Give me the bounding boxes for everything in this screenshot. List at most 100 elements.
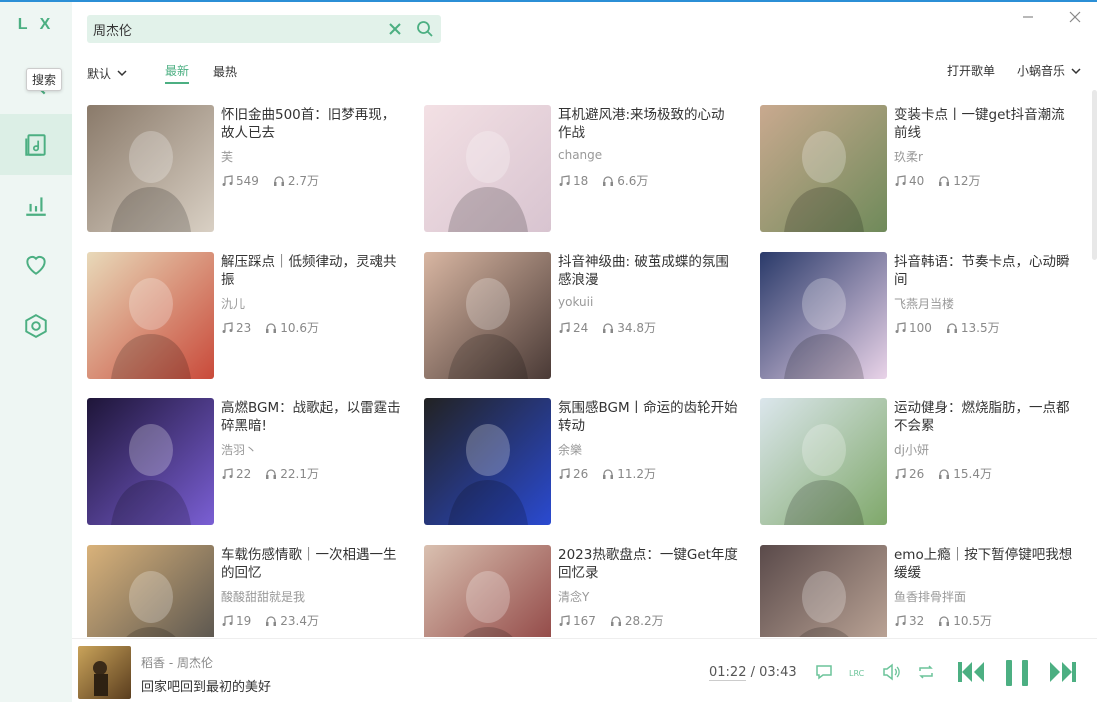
song-count-value: 40 (909, 173, 925, 188)
playlist-card[interactable]: emo上瘾｜按下暂停键吧我想缓缓 鱼香排骨拌面 32 10.5万 (760, 542, 1087, 637)
source-label: 小蜗音乐 (1016, 64, 1065, 78)
source-dropdown[interactable]: 小蜗音乐 (1017, 62, 1083, 79)
search-tooltip: 搜索 (26, 68, 63, 91)
playlist-cover[interactable] (87, 545, 214, 637)
playlist-card[interactable]: 变装卡点丨一键get抖音潮流前线 玖柔r 40 12万 (760, 102, 1087, 232)
repeat-icon[interactable] (916, 662, 936, 682)
pause-icon[interactable] (1003, 659, 1031, 687)
playlist-cover[interactable] (424, 252, 551, 379)
music-note-icon (559, 614, 570, 626)
playlist-author: 芙 (221, 150, 234, 164)
music-note-icon (222, 174, 233, 186)
previous-icon[interactable] (956, 659, 986, 685)
nav-favorites[interactable] (0, 234, 72, 295)
nav-playlists[interactable] (0, 114, 72, 175)
headphones-icon (939, 615, 950, 626)
next-icon[interactable] (1048, 659, 1078, 685)
playlist-cover[interactable] (760, 545, 887, 637)
playlist-card[interactable]: 2023热歌盘点：一键Get年度回忆录 清念Y 167 28.2万 (424, 542, 754, 637)
nav-charts[interactable] (0, 174, 72, 235)
playlist-stats: 100 13.5万 (894, 319, 1014, 336)
scrollbar[interactable] (1092, 90, 1097, 260)
tab-hottest[interactable]: 最热 (213, 63, 237, 83)
playlist-title[interactable]: 耳机避风港:来场极致的心动作战 (558, 106, 738, 142)
open-playlist-button[interactable]: 打开歌单 (947, 62, 995, 79)
comment-icon[interactable] (814, 662, 834, 682)
filter-bar: 默认 最新 最热 (87, 62, 261, 84)
playlist-card[interactable]: 氛围感BGM丨命运的齿轮开始转动 余樂 26 11.2万 (424, 395, 754, 525)
play-count: 6.6万 (602, 172, 648, 189)
playlist-cover[interactable] (760, 398, 887, 525)
song-count-value: 549 (236, 173, 259, 188)
clear-icon[interactable] (387, 21, 403, 37)
close-icon[interactable] (1068, 10, 1082, 24)
playlist-title[interactable]: emo上瘾｜按下暂停键吧我想缓缓 (894, 546, 1074, 582)
now-playing-song: 稻香 - 周杰伦 (141, 656, 213, 670)
playlist-title[interactable]: 运动健身：燃烧脂肪，一点都不会累 (894, 399, 1074, 435)
playlist-title[interactable]: 高燃BGM：战歌起，以雷霆击碎黑暗! (221, 399, 401, 435)
play-count: 34.8万 (602, 319, 656, 336)
playlist-title[interactable]: 车载伤感情歌｜一次相遇一生的回忆 (221, 546, 401, 582)
playlist-cover[interactable] (760, 105, 887, 232)
play-count: 10.6万 (265, 319, 319, 336)
playlist-cover[interactable] (87, 252, 214, 379)
playlist-cover[interactable] (424, 105, 551, 232)
playlist-title[interactable]: 抖音神级曲: 破茧成蝶的氛围感浪漫 (558, 253, 738, 289)
playlist-cover[interactable] (87, 398, 214, 525)
play-count-value: 2.7万 (287, 174, 319, 188)
play-count-value: 23.4万 (280, 614, 320, 628)
playlist-cover[interactable] (760, 252, 887, 379)
play-count-value: 34.8万 (617, 321, 657, 335)
playlist-card[interactable]: 抖音韩语：节奏卡点，心动瞬间 飞燕月当楼 100 13.5万 (760, 249, 1087, 379)
playlist-title[interactable]: 变装卡点丨一键get抖音潮流前线 (894, 106, 1074, 142)
song-count-value: 26 (573, 466, 589, 481)
sort-label: 默认 (87, 66, 112, 81)
playlist-cover[interactable] (424, 545, 551, 637)
song-count: 22 (221, 467, 251, 481)
nav-settings[interactable] (0, 295, 72, 356)
volume-icon[interactable] (881, 662, 901, 682)
playlist-card[interactable]: 车载伤感情歌｜一次相遇一生的回忆 酸酸甜甜就是我 19 23.4万 (87, 542, 417, 637)
song-count-value: 18 (573, 173, 589, 188)
playlist-card[interactable]: 怀旧金曲500首：旧梦再现，故人已去芙 549 2.7万 (87, 102, 417, 232)
search-input[interactable] (87, 15, 377, 43)
playlist-author: 鱼香排骨拌面 (894, 590, 967, 604)
minimize-icon[interactable] (1021, 10, 1035, 24)
playlist-card[interactable]: 耳机避风港:来场极致的心动作战 change 18 6.6万 (424, 102, 754, 232)
playlist-title[interactable]: 2023热歌盘点：一键Get年度回忆录 (558, 546, 738, 582)
playlist-stats: 22 22.1万 (221, 465, 333, 482)
playlist-stats: 167 28.2万 (558, 612, 678, 629)
playlist-author: dj小妍 (894, 443, 929, 457)
tab-newest[interactable]: 最新 (165, 62, 190, 84)
sort-dropdown[interactable]: 默认 (87, 65, 129, 82)
music-note-icon (559, 321, 570, 333)
playlist-title[interactable]: 抖音韩语：节奏卡点，心动瞬间 (894, 253, 1074, 289)
app-logo: L X (17, 16, 55, 33)
lyrics-icon[interactable]: LRC (848, 662, 868, 682)
song-count-value: 100 (909, 320, 932, 335)
playlist-title[interactable]: 氛围感BGM丨命运的齿轮开始转动 (558, 399, 738, 435)
headphones-icon (273, 175, 284, 186)
play-count: 23.4万 (265, 612, 319, 629)
playlist-title[interactable]: 解压踩点｜低频律动，灵魂共振 (221, 253, 401, 289)
play-count-value: 12万 (953, 174, 981, 188)
playlist-author: 浩羽丶 (221, 443, 258, 457)
headphones-icon (946, 322, 957, 333)
playlist-card[interactable]: 解压踩点｜低频律动，灵魂共振 氿儿 23 10.6万 (87, 249, 417, 379)
playlist-title[interactable]: 怀旧金曲500首：旧梦再现，故人已去 (221, 106, 401, 142)
playlist-cover[interactable] (87, 105, 214, 232)
song-count: 26 (894, 467, 924, 481)
music-note-icon (895, 174, 906, 186)
playlist-stats: 23 10.6万 (221, 319, 333, 336)
now-playing-cover[interactable] (78, 646, 131, 699)
play-count-value: 6.6万 (617, 174, 649, 188)
playlist-card[interactable]: 运动健身：燃烧脂肪，一点都不会累 dj小妍 26 15.4万 (760, 395, 1087, 525)
search-icon[interactable] (415, 19, 435, 39)
playlist-card[interactable]: 抖音神级曲: 破茧成蝶的氛围感浪漫 yokuii 24 34.8万 (424, 249, 754, 379)
playlist-icon (25, 133, 46, 156)
song-count-value: 26 (909, 466, 925, 481)
song-count: 100 (894, 321, 932, 335)
playlist-cover[interactable] (424, 398, 551, 525)
playlist-card[interactable]: 高燃BGM：战歌起，以雷霆击碎黑暗! 浩羽丶 22 22.1万 (87, 395, 417, 525)
settings-icon (25, 313, 47, 338)
